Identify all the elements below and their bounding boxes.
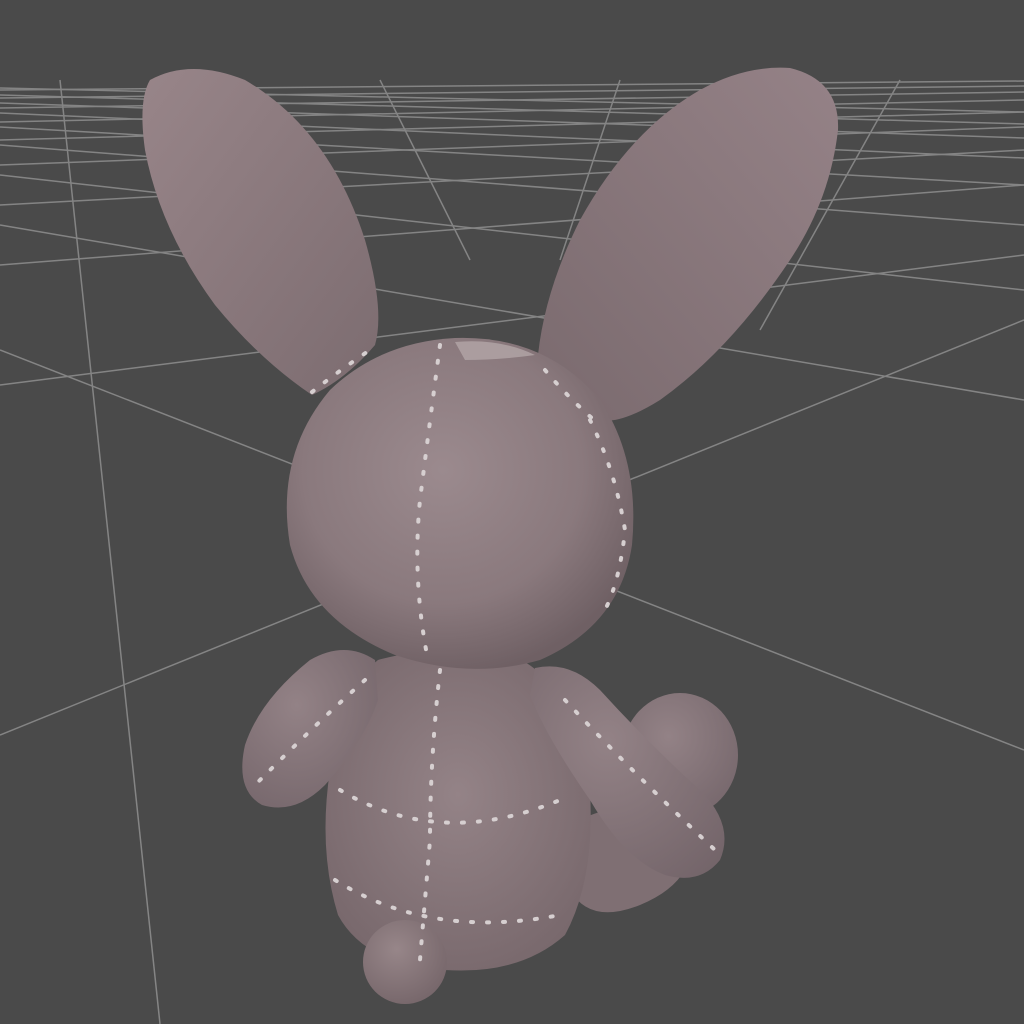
bunny-head[interactable]	[286, 337, 634, 669]
grid-line	[59, 79, 161, 1024]
bunny-tail[interactable]	[363, 920, 447, 1004]
grid-line	[0, 174, 1024, 291]
bunny-left-ear[interactable]	[142, 69, 379, 395]
3d-viewport[interactable]	[0, 0, 1024, 1024]
bunny-model[interactable]	[142, 67, 839, 1004]
bunny-right-ear[interactable]	[538, 67, 839, 421]
viewport-canvas[interactable]	[0, 0, 1024, 1024]
